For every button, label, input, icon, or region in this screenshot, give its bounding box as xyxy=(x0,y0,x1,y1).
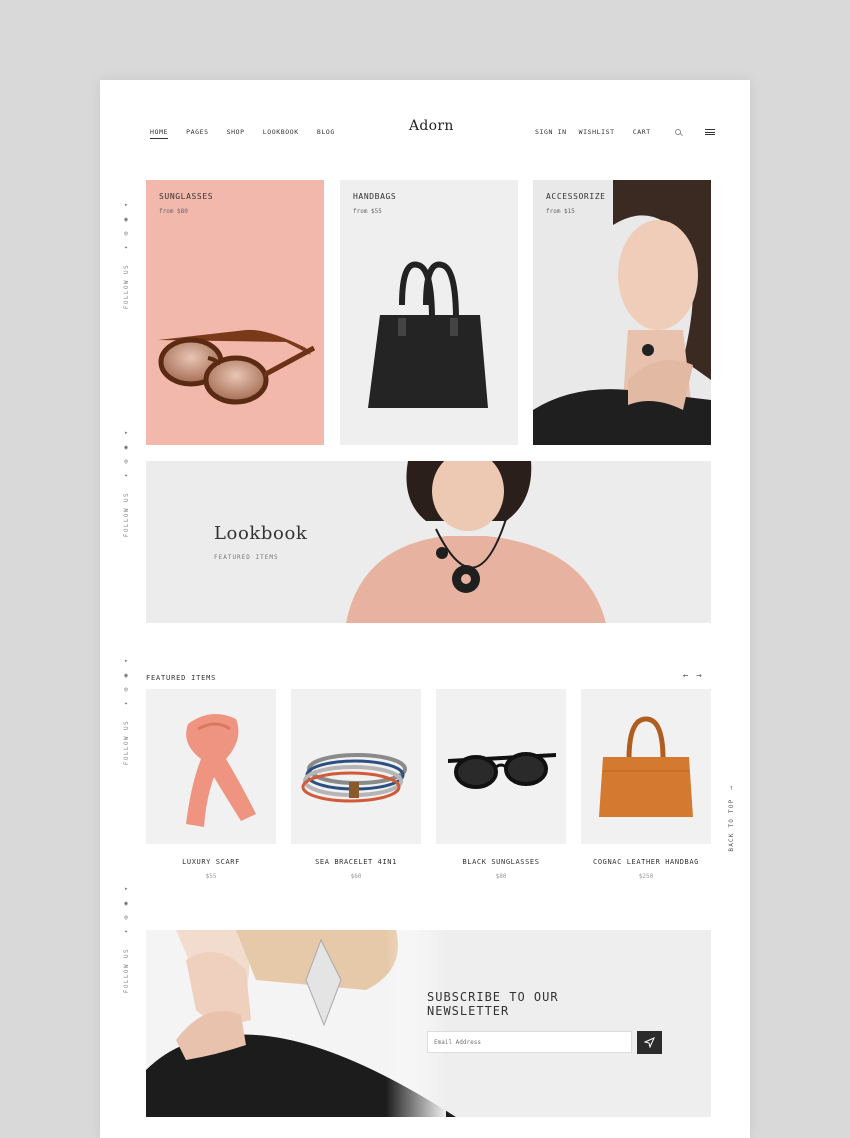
twitter-icon[interactable]: ➤ xyxy=(124,430,128,438)
category-tile-accessorize[interactable]: ACCESSORIZE from $15 xyxy=(533,180,711,445)
newsletter-title: SUBSCRIBE TO OUR NEWSLETTER xyxy=(427,990,559,1018)
sunglasses-image xyxy=(158,329,316,405)
follow-us-label: FOLLOW US xyxy=(122,720,130,766)
pinterest-icon[interactable]: ◉ xyxy=(124,672,128,680)
nav-shop[interactable]: SHOP xyxy=(227,128,245,139)
follow-us-label: FOLLOW US xyxy=(122,948,130,994)
cognac-handbag-image xyxy=(599,716,693,817)
product-name[interactable]: BLACK SUNGLASSES xyxy=(436,858,566,866)
facebook-icon[interactable]: ✦ xyxy=(124,472,128,480)
instagram-icon[interactable]: ◎ xyxy=(124,458,128,466)
menu-icon[interactable] xyxy=(704,129,715,135)
product-name[interactable]: SEA BRACELET 4IN1 xyxy=(291,858,421,866)
lookbook-subtitle: FEATURED ITEMS xyxy=(214,554,279,561)
handbag-image xyxy=(368,261,488,408)
facebook-icon[interactable]: ✦ xyxy=(124,928,128,936)
scarf-image xyxy=(186,714,256,827)
nav-lookbook[interactable]: LOOKBOOK xyxy=(263,128,299,139)
cart-link[interactable]: CART xyxy=(633,128,651,136)
facebook-icon[interactable]: ✦ xyxy=(124,700,128,708)
wishlist-link[interactable]: WISHLIST xyxy=(579,128,615,136)
social-rail-1: ➤ ◉ ◎ ✦ FOLLOW US xyxy=(120,202,132,309)
bracelet-image xyxy=(301,753,407,803)
lookbook-banner[interactable]: Lookbook FEATURED ITEMS xyxy=(146,461,711,623)
product-price: $80 xyxy=(495,873,507,880)
nav-home[interactable]: HOME xyxy=(150,128,169,139)
instagram-icon[interactable]: ◎ xyxy=(124,230,128,238)
search-icon[interactable] xyxy=(674,129,681,135)
product-name[interactable]: COGNAC LEATHER HANDBAG xyxy=(581,858,711,866)
product-price: $55 xyxy=(205,873,217,880)
social-rail-3: ➤ ◉ ◎ ✦ FOLLOW US xyxy=(120,658,132,765)
social-rail-2: ➤ ◉ ◎ ✦ FOLLOW US xyxy=(120,430,132,537)
product-card-bracelet[interactable] xyxy=(291,689,421,844)
site-logo[interactable]: Adorn xyxy=(409,118,454,134)
featured-heading: FEATURED ITEMS xyxy=(146,674,217,682)
arrow-up-icon: → xyxy=(728,785,735,790)
social-rail-4: ➤ ◉ ◎ ✦ FOLLOW US xyxy=(120,886,132,993)
product-card-scarf[interactable] xyxy=(146,689,276,844)
product-card-handbag[interactable] xyxy=(581,689,711,844)
pinterest-icon[interactable]: ◉ xyxy=(124,216,128,224)
product-card-black-sunglasses[interactable] xyxy=(436,689,566,844)
model-image xyxy=(533,180,711,445)
pinterest-icon[interactable]: ◉ xyxy=(124,444,128,452)
main-nav: HOME PAGES SHOP LOOKBOOK BLOG xyxy=(150,128,335,139)
carousel-controls: ← → xyxy=(683,671,702,681)
facebook-icon[interactable]: ✦ xyxy=(124,244,128,252)
nav-pages[interactable]: PAGES xyxy=(186,128,209,139)
lookbook-title: Lookbook xyxy=(214,523,308,544)
subscribe-button[interactable] xyxy=(637,1031,662,1054)
product-price: $250 xyxy=(638,873,654,880)
nav-blog[interactable]: BLOG xyxy=(317,128,335,139)
twitter-icon[interactable]: ➤ xyxy=(124,886,128,894)
back-to-top-link[interactable]: BACK TO TOP → xyxy=(728,785,735,852)
category-tile-sunglasses[interactable]: SUNGLASSES from $80 xyxy=(146,180,324,445)
category-tile-handbags[interactable]: HANDBAGS from $55 xyxy=(340,180,518,445)
back-to-top-label: BACK TO TOP xyxy=(728,798,735,852)
twitter-icon[interactable]: ➤ xyxy=(124,202,128,210)
instagram-icon[interactable]: ◎ xyxy=(124,914,128,922)
newsletter-model-image xyxy=(146,930,456,1117)
instagram-icon[interactable]: ◎ xyxy=(124,686,128,694)
follow-us-label: FOLLOW US xyxy=(122,492,130,538)
follow-us-label: FOLLOW US xyxy=(122,264,130,310)
newsletter-section: SUBSCRIBE TO OUR NEWSLETTER xyxy=(146,930,711,1117)
account-nav: SIGN IN WISHLIST CART xyxy=(535,128,715,136)
twitter-icon[interactable]: ➤ xyxy=(124,658,128,666)
black-sunglasses-image xyxy=(448,752,556,789)
pinterest-icon[interactable]: ◉ xyxy=(124,900,128,908)
page-canvas: HOME PAGES SHOP LOOKBOOK BLOG Adorn SIGN… xyxy=(100,80,750,1138)
arrow-right-icon[interactable]: → xyxy=(696,671,701,681)
email-field[interactable] xyxy=(427,1031,632,1053)
arrow-left-icon[interactable]: ← xyxy=(683,671,688,681)
product-price: $60 xyxy=(350,873,362,880)
product-name[interactable]: LUXURY SCARF xyxy=(146,858,276,866)
sign-in-link[interactable]: SIGN IN xyxy=(535,128,567,136)
send-icon xyxy=(644,1037,655,1048)
